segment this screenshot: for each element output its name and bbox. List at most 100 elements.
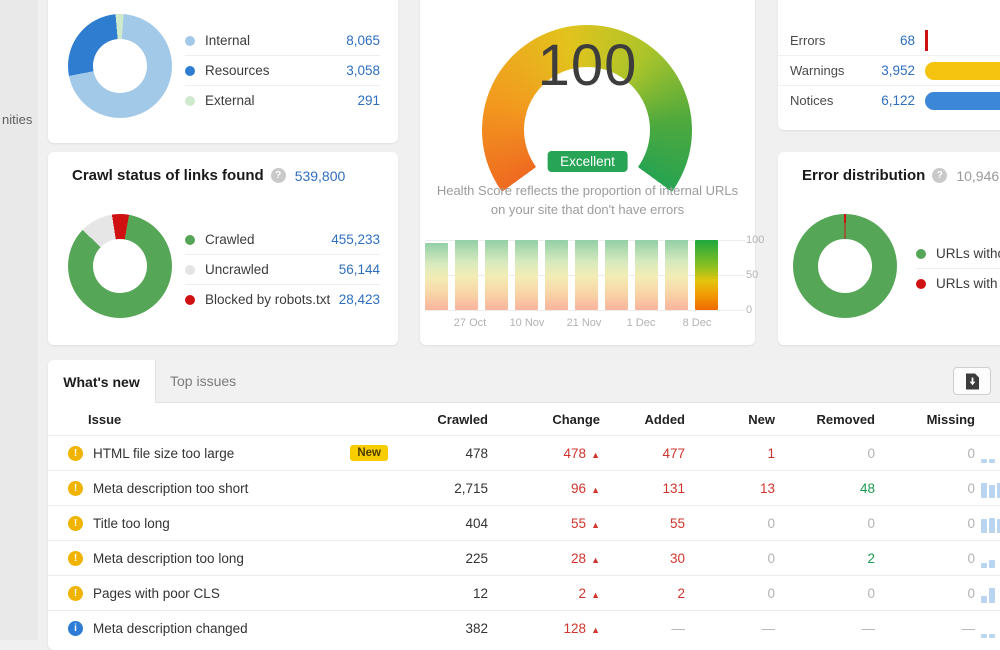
missing-value: 0: [875, 551, 975, 566]
legend-label: URLs without: [936, 246, 1000, 261]
legend-label: Internal: [205, 33, 338, 48]
legend-value-link[interactable]: 291: [357, 93, 380, 108]
warning-icon: !: [68, 551, 83, 566]
legend-label: Crawled: [205, 232, 323, 247]
change-number: 478: [563, 446, 586, 461]
summary-row: Warnings3,952: [778, 55, 1000, 85]
export-file-icon: [965, 373, 980, 390]
health-score-bar: [605, 240, 628, 310]
column-header-change[interactable]: Change: [488, 412, 600, 427]
issue-cell: ! Meta description too long: [48, 551, 398, 566]
legend-value-link[interactable]: 3,058: [346, 63, 380, 78]
table-row[interactable]: !Title too long40455▲55000: [48, 505, 1000, 540]
added-value: —: [600, 621, 685, 636]
legend-dot-icon: [185, 96, 195, 106]
table-row[interactable]: !Meta description too long22528▲30020: [48, 540, 1000, 575]
column-header-new[interactable]: New: [685, 412, 775, 427]
crawled-value: 12: [398, 586, 488, 601]
issue-cell: !Title too long: [48, 516, 398, 531]
legend-value-link[interactable]: 455,233: [331, 232, 380, 247]
summary-row: Notices6,122: [778, 85, 1000, 115]
summary-row: Errors68: [778, 26, 1000, 55]
issue-link[interactable]: Meta description too short: [93, 481, 248, 496]
added-value: 30: [600, 551, 685, 566]
health-score-bar: [425, 243, 448, 310]
legend-dot-icon: [185, 295, 195, 305]
crawl-total-link[interactable]: 539,800: [295, 168, 346, 184]
legend-label: Blocked by robots.txt: [205, 292, 331, 307]
help-icon[interactable]: ?: [271, 168, 286, 183]
issue-cell: !HTML file size too largeNew: [48, 445, 398, 461]
export-button[interactable]: [953, 367, 991, 395]
legend-label: Resources: [205, 63, 338, 78]
legend-item: External291: [185, 85, 380, 115]
issue-link[interactable]: HTML file size too large: [93, 446, 234, 461]
legend-value-link[interactable]: 56,144: [339, 262, 380, 277]
health-score-bar: [635, 240, 658, 310]
new-value: 0: [685, 586, 775, 601]
new-value: 0: [685, 551, 775, 566]
health-score-bar: [545, 240, 568, 310]
column-header-issue[interactable]: Issue: [48, 412, 398, 427]
sparkline-bar: [989, 560, 995, 568]
y-axis-tick: 50: [746, 269, 776, 281]
missing-value: —: [875, 621, 975, 636]
table-row[interactable]: !Pages with poor CLS122▲2000: [48, 575, 1000, 610]
legend-value-link[interactable]: 28,423: [339, 292, 380, 307]
tab-top-issues[interactable]: Top issues: [170, 360, 236, 402]
card-title: Crawl status of links found: [72, 167, 264, 184]
sparkline-bar: [989, 485, 995, 498]
change-up-icon: ▲: [586, 590, 600, 600]
card-title: Error distribution: [802, 167, 925, 184]
health-score-bar: [695, 240, 718, 310]
summary-value-link[interactable]: 68: [852, 33, 915, 48]
new-value: 0: [685, 516, 775, 531]
issue-cell: iMeta description changed: [48, 621, 398, 636]
summary-bar-track: [925, 86, 1000, 115]
sparkline-bar: [989, 518, 995, 533]
x-axis-tick: 8 Dec: [667, 317, 727, 329]
health-description-line1: Health Score reflects the proportion of …: [420, 183, 755, 198]
missing-value: 0: [875, 481, 975, 496]
column-header-missing[interactable]: Missing: [875, 412, 975, 427]
row-sparkline: [975, 513, 1000, 533]
issue-cell: !Meta description too short: [48, 481, 398, 496]
help-icon[interactable]: ?: [932, 168, 947, 183]
change-number: 96: [571, 481, 586, 496]
summary-bar-track: [925, 26, 1000, 55]
change-number: 128: [563, 621, 586, 636]
sparkline-bar: [981, 634, 987, 638]
legend-dot-icon: [185, 36, 195, 46]
legend-item: URLs without: [916, 239, 1000, 268]
column-header-crawled[interactable]: Crawled: [398, 412, 488, 427]
issue-link[interactable]: Meta description too long: [93, 551, 244, 566]
summary-value-link[interactable]: 3,952: [852, 63, 915, 78]
issue-link[interactable]: Title too long: [93, 516, 170, 531]
change-up-icon: ▲: [586, 625, 600, 635]
crawled-value: 478: [398, 446, 488, 461]
legend-dot-icon: [185, 66, 195, 76]
legend-item: Internal 8,065: [185, 26, 380, 55]
change-value: 96▲: [488, 481, 600, 496]
issue-link[interactable]: Meta description changed: [93, 621, 248, 636]
x-axis-tick: 10 Nov: [497, 317, 557, 329]
table-row[interactable]: !Meta description too short2,71596▲13113…: [48, 470, 1000, 505]
change-number: 28: [571, 551, 586, 566]
added-value: 477: [600, 446, 685, 461]
change-number: 2: [578, 586, 586, 601]
tab-whats-new[interactable]: What's new: [48, 360, 156, 403]
removed-value: 0: [775, 516, 875, 531]
crawl-status-card: Crawl status of links found ? 539,800 Cr…: [48, 152, 398, 345]
issue-link[interactable]: Pages with poor CLS: [93, 586, 220, 601]
health-score-bar: [485, 240, 508, 310]
issues-table-body: !HTML file size too largeNew478478▲47710…: [48, 435, 1000, 645]
missing-value: 0: [875, 516, 975, 531]
summary-value-link[interactable]: 6,122: [852, 93, 915, 108]
column-header-added[interactable]: Added: [600, 412, 685, 427]
column-header-removed[interactable]: Removed: [775, 412, 875, 427]
table-row[interactable]: !HTML file size too largeNew478478▲47710…: [48, 435, 1000, 470]
sidebar-item-partial[interactable]: nities: [2, 112, 32, 127]
chart-gridline: [425, 240, 745, 241]
legend-value-link[interactable]: 8,065: [346, 33, 380, 48]
new-value: —: [685, 621, 775, 636]
